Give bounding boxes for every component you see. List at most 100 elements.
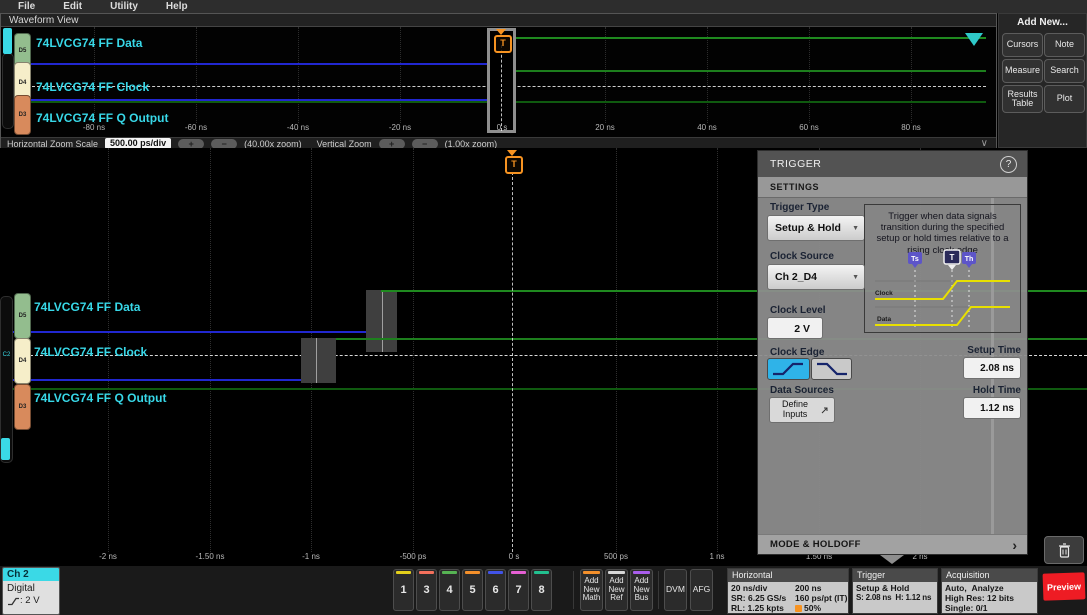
channel-color-stripe (534, 571, 549, 574)
gridline (605, 27, 606, 123)
channel-badge-d4[interactable]: D4 (14, 338, 31, 384)
add-cursors-button[interactable]: Cursors (1002, 33, 1043, 57)
channel-label-data[interactable]: 74LVCG74 FF Data (36, 36, 142, 50)
setup-time-input[interactable]: 2.08 ns (963, 357, 1021, 379)
add-plot-button[interactable]: Plot (1044, 85, 1085, 113)
axis-tick: -60 ns (185, 123, 207, 132)
dvm-button[interactable]: DVM (664, 569, 687, 611)
channel-color-stripe (396, 571, 411, 574)
settings-tab-label: SETTINGS (770, 182, 819, 192)
h-zoom-scale-label: Horizontal Zoom Scale (7, 139, 98, 149)
acquisition-status-box[interactable]: Acquisition Auto, Analyze High Res: 12 b… (941, 568, 1038, 614)
v-zoom-readout: (1.00x zoom) (445, 139, 498, 149)
data-sources-label: Data Sources (770, 385, 834, 396)
diagram-data-trace (875, 307, 1010, 325)
svg-text:Clock: Clock (875, 290, 893, 297)
mode-holdoff-bar[interactable]: MODE & HOLDOFF › (758, 534, 1027, 554)
channel-color-stripe (511, 571, 526, 574)
channel-button-7[interactable]: 7 (508, 569, 529, 611)
clock-source-value: Ch 2_D4 (775, 271, 817, 283)
channel-label-data[interactable]: 74LVCG74 FF Data (34, 300, 140, 314)
menu-utility[interactable]: Utility (110, 1, 138, 12)
channel-label-q[interactable]: 74LVCG74 FF Q Output (34, 391, 166, 405)
data-transition-band (366, 290, 397, 352)
axis-tick: -1.50 ns (196, 552, 225, 561)
add-note-button[interactable]: Note (1044, 33, 1085, 57)
channel-2-threshold: : 2 V (20, 595, 40, 607)
gridline (707, 27, 708, 123)
define-inputs-button[interactable]: Define Inputs (769, 397, 835, 423)
add-new-bus-button[interactable]: Add New Bus (630, 569, 653, 611)
menu-help[interactable]: Help (166, 1, 188, 12)
mode-holdoff-label: MODE & HOLDOFF (770, 539, 861, 550)
h-zoom-minus-button[interactable]: − (211, 139, 237, 149)
v-zoom-minus-button[interactable]: − (412, 139, 438, 149)
hold-time-input[interactable]: 1.12 ns (963, 397, 1021, 419)
trigger-type-dropdown[interactable]: Setup & Hold ▼ (767, 215, 865, 241)
axis-tick: 500 ps (604, 552, 628, 561)
help-icon[interactable]: ? (1000, 156, 1017, 173)
channel-label-clock[interactable]: 74LVCG74 FF Clock (36, 80, 149, 94)
preview-button[interactable]: Preview (1043, 572, 1086, 600)
chevron-down-icon: ▼ (852, 225, 859, 232)
rising-edge-button[interactable] (767, 358, 810, 380)
math-color-stripe (583, 571, 600, 574)
svg-text:Th: Th (965, 256, 974, 263)
axis-tick: 60 ns (799, 123, 819, 132)
trigger-status-box[interactable]: Trigger Setup & Hold S: 2.08 ns H: 1.12 … (852, 568, 938, 614)
axis-tick: 1 ns (709, 552, 724, 561)
trigger-panel-header[interactable]: TRIGGER ? (758, 151, 1027, 177)
trash-button[interactable] (1044, 536, 1084, 564)
clock-source-dropdown[interactable]: Ch 2_D4 ▼ (767, 264, 865, 290)
trigger-marker-icon[interactable]: T (505, 156, 523, 174)
channel-button-6[interactable]: 6 (485, 569, 506, 611)
chevron-down-icon: ▼ (852, 274, 859, 281)
channel-badge-d3[interactable]: D3 (14, 384, 31, 430)
channel-button-8[interactable]: 8 (531, 569, 552, 611)
settings-tab[interactable]: SETTINGS (758, 177, 1027, 198)
add-new-ref-button[interactable]: Add New Ref (605, 569, 628, 611)
afg-button[interactable]: AFG (690, 569, 713, 611)
waveform-overview: T D5 D4 D3 74LVCG74 FF Data 74LVCG74 FF … (1, 27, 996, 137)
trigger-description-box: Trigger when data signals transition dur… (864, 204, 1021, 333)
channel-color-stripe (442, 571, 457, 574)
menu-file[interactable]: File (18, 1, 35, 12)
waveform-view-title: Waveform View (1, 14, 996, 27)
clock-level-input[interactable]: 2 V (767, 317, 823, 339)
add-results-table-button[interactable]: Results Table (1002, 85, 1043, 113)
channel-button-5[interactable]: 5 (462, 569, 483, 611)
channel-button-4[interactable]: 4 (439, 569, 460, 611)
h-zoom-plus-button[interactable]: + (178, 139, 204, 149)
expand-icon (820, 406, 829, 415)
add-search-button[interactable]: Search (1044, 59, 1085, 83)
channel-group-tab[interactable] (1, 438, 10, 460)
axis-tick: -2 ns (99, 552, 117, 561)
channel-2-chip[interactable]: Ch 2 Digital : 2 V (2, 567, 60, 615)
waveform-data-low (17, 63, 496, 65)
waveform-view-container: Waveform View T (0, 13, 997, 148)
add-measure-button[interactable]: Measure (1002, 59, 1043, 83)
define-inputs-label: Define Inputs (770, 400, 820, 420)
channel-badge-d5[interactable]: D5 (14, 293, 31, 339)
menu-bar: File Edit Utility Help (0, 0, 1087, 14)
trigger-dashed-line (501, 45, 502, 131)
channel-button-3[interactable]: 3 (416, 569, 437, 611)
menu-edit[interactable]: Edit (63, 1, 82, 12)
clock-level-label: Clock Level (770, 305, 826, 316)
search-mark-icon[interactable] (965, 33, 983, 46)
channel-button-1[interactable]: 1 (393, 569, 414, 611)
horizontal-status-box[interactable]: Horizontal 20 ns/div 200 ns SR: 6.25 GS/… (727, 568, 849, 614)
channel-group-tab[interactable] (3, 28, 12, 54)
add-new-title: Add New... (999, 17, 1086, 28)
channel-label-clock[interactable]: 74LVCG74 FF Clock (34, 345, 147, 359)
divider (658, 571, 659, 609)
channel-2-name: Ch 2 (3, 568, 59, 581)
acquisition-single: Single: 0/1 (945, 603, 1034, 613)
add-new-math-button[interactable]: Add New Math (580, 569, 603, 611)
falling-edge-button[interactable] (811, 358, 852, 380)
v-zoom-plus-button[interactable]: + (379, 139, 405, 149)
channel-group-handle[interactable] (2, 53, 14, 129)
trigger-marker-icon[interactable]: T (494, 35, 512, 53)
channel-badge-d3[interactable]: D3 (14, 95, 31, 135)
waveform-clock-high (504, 70, 986, 72)
